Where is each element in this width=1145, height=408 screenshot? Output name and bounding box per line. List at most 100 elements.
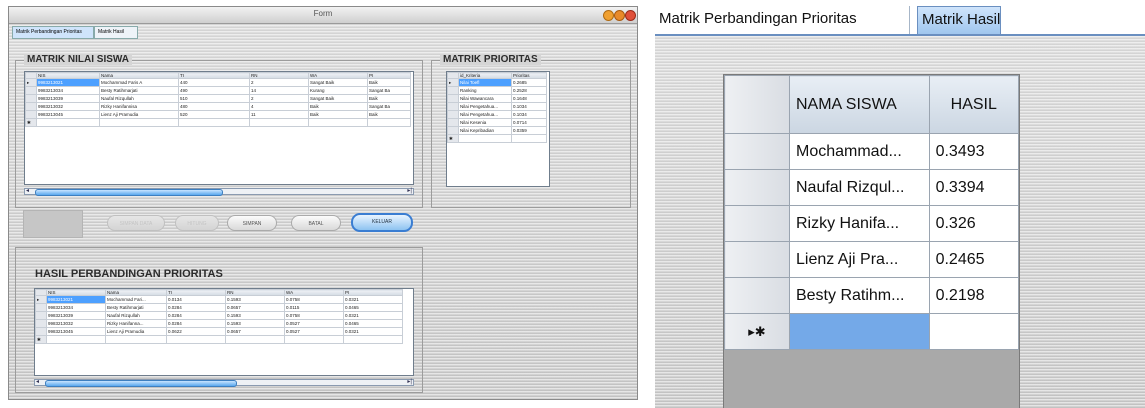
cell-nama[interactable]: Rizky Hanifa...	[788, 205, 930, 242]
batal-button[interactable]: BATAL	[291, 215, 341, 231]
cell[interactable]: 0.0657	[225, 303, 285, 312]
row-header[interactable]	[35, 319, 47, 328]
nilai-grid[interactable]: NIS Nama TI RN WA PI ▸ 9983213021 Mocham…	[24, 71, 414, 185]
cell[interactable]: 9983213039	[36, 94, 100, 103]
cell[interactable]: 0.0527	[284, 327, 344, 336]
row-header[interactable]	[447, 86, 459, 95]
cell[interactable]: 0.1593	[225, 295, 285, 304]
new-row-cell[interactable]	[928, 313, 1019, 350]
scroll-left-icon[interactable]: ◂	[26, 187, 29, 194]
table-row[interactable]: Besty Ratihm... 0.2198	[724, 277, 1019, 314]
table-row[interactable]: ▸ Nilai Toefl 0.2685	[447, 78, 547, 87]
cell[interactable]: Nilai Wawancara	[458, 94, 512, 103]
cell[interactable]: Nilai Toefl	[458, 78, 512, 87]
cell[interactable]: Ranking	[458, 86, 512, 95]
simpan-button[interactable]: SIMPAN	[227, 215, 277, 231]
scroll-right-icon[interactable]: ▸|	[407, 187, 412, 194]
table-row[interactable]: ▸ 9983213021 Mochammad Faris A 440 2 San…	[25, 78, 411, 87]
row-header[interactable]	[447, 110, 459, 119]
row-header[interactable]	[25, 110, 37, 119]
row-header[interactable]	[724, 277, 790, 314]
table-row[interactable]: 9983213032 Rizky Hanifanna... 0.0284 0.1…	[35, 319, 403, 328]
cell[interactable]: 0.0134	[166, 295, 226, 304]
cell[interactable]: Nilai Kepribadian	[458, 126, 512, 135]
cell-nama[interactable]: Mochammad...	[788, 133, 930, 170]
row-header[interactable]	[447, 118, 459, 127]
cell[interactable]: Nilai Pengetahua...	[458, 102, 512, 111]
cell[interactable]: 520	[178, 110, 250, 119]
table-row[interactable]: Nilai Wawancara 0.1648	[447, 94, 547, 103]
table-row[interactable]: 9983213034 Besty Ratihmarjati 0.0284 0.0…	[35, 303, 403, 312]
tab-matrik-hasil[interactable]: Matrik Hasil	[917, 6, 1001, 34]
cell[interactable]: 490	[178, 86, 250, 95]
cell[interactable]: 0.0115	[284, 303, 344, 312]
cell[interactable]: 510	[178, 94, 250, 103]
cell[interactable]: Baik	[308, 102, 368, 111]
cell[interactable]: 0.0321	[343, 311, 403, 320]
new-row-cell[interactable]	[788, 313, 930, 350]
cell[interactable]: Lienz Aji Pramudia	[99, 110, 179, 119]
cell-hasil[interactable]: 0.3394	[928, 169, 1019, 206]
cell[interactable]: 9983213039	[46, 311, 106, 320]
cell[interactable]: 4	[249, 102, 309, 111]
new-row[interactable]: ✱	[447, 134, 547, 143]
cell-hasil[interactable]: 0.326	[928, 205, 1019, 242]
keluar-button[interactable]: KELUAR	[351, 213, 413, 232]
cell[interactable]: Baik	[308, 110, 368, 119]
cell[interactable]: 0.0321	[343, 327, 403, 336]
table-row[interactable]: Mochammad... 0.3493	[724, 133, 1019, 170]
cell[interactable]: 9983213021	[36, 78, 100, 87]
row-header[interactable]	[25, 102, 37, 111]
cell[interactable]: 0.0284	[166, 319, 226, 328]
cell[interactable]: Naufal Rizqullah	[105, 311, 167, 320]
close-icon[interactable]	[625, 10, 636, 21]
cell-hasil[interactable]: 0.2198	[928, 277, 1019, 314]
cell[interactable]: 11	[249, 110, 309, 119]
hasil-grid[interactable]: NIS Nama TI RN WA PI ▸ 9983213021 Mocham…	[34, 288, 414, 376]
simpan-data-button[interactable]: SIMPAN DATA	[107, 215, 165, 231]
prioritas-grid[interactable]: id_Kriteria Prioritas ▸ Nilai Toefl 0.26…	[446, 71, 550, 187]
row-header[interactable]	[35, 327, 47, 336]
cell[interactable]: 0.0758	[284, 295, 344, 304]
cell[interactable]: 9983213032	[36, 102, 100, 111]
cell[interactable]: 9983213021	[46, 295, 106, 304]
minimize-icon[interactable]	[603, 10, 614, 21]
table-row[interactable]: Naufal Rizqul... 0.3394	[724, 169, 1019, 206]
cell[interactable]: Naufal Rizqullah	[99, 94, 179, 103]
cell[interactable]: 0.0284	[166, 311, 226, 320]
table-row[interactable]: 9983213045 Lienz Aji Pramudia 520 11 Bai…	[25, 110, 411, 119]
cell[interactable]: Mochammad Faris A	[99, 78, 179, 87]
cell[interactable]: 2	[249, 78, 309, 87]
cell[interactable]: Rizky Hanifanna...	[105, 319, 167, 328]
cell[interactable]: 0.0758	[284, 311, 344, 320]
cell-hasil[interactable]: 0.3493	[928, 133, 1019, 170]
row-header[interactable]	[35, 311, 47, 320]
scroll-right-icon[interactable]: ▸|	[407, 378, 412, 385]
cell[interactable]: 0.0359	[511, 126, 547, 135]
blank-button[interactable]	[23, 210, 83, 238]
cell[interactable]: 440	[178, 78, 250, 87]
row-header[interactable]	[25, 94, 37, 103]
row-header[interactable]	[447, 126, 459, 135]
cell[interactable]: Kurang	[308, 86, 368, 95]
cell[interactable]: 0.0622	[166, 327, 226, 336]
table-row[interactable]: Nilai Pengetahua... 0.1034	[447, 110, 547, 119]
table-row[interactable]: 9983213045 Lienz Aji Pramudia 0.0622 0.0…	[35, 327, 403, 336]
hasil-grid[interactable]: NAMA SISWA HASIL Mochammad... 0.3493 Nau…	[723, 74, 1020, 408]
table-row[interactable]: Nilai Kepribadian 0.0359	[447, 126, 547, 135]
cell[interactable]: 0.1034	[511, 102, 547, 111]
tab-matrik-hasil[interactable]: Matrik Hasil	[94, 26, 138, 39]
cell[interactable]: 0.2528	[511, 86, 547, 95]
cell[interactable]: Mochammad Fari...	[105, 295, 167, 304]
cell[interactable]: Besty Ratihmarjati	[105, 303, 167, 312]
cell[interactable]: 0.1593	[225, 311, 285, 320]
scroll-left-icon[interactable]: ◂	[36, 378, 39, 385]
row-header[interactable]	[724, 205, 790, 242]
row-header[interactable]	[25, 86, 37, 95]
cell[interactable]: 480	[178, 102, 250, 111]
table-row[interactable]: Ranking 0.2528	[447, 86, 547, 95]
cell[interactable]: Sangat Baik	[308, 78, 368, 87]
cell-nama[interactable]: Naufal Rizqul...	[788, 169, 930, 206]
row-header[interactable]	[447, 94, 459, 103]
table-row[interactable]: 9983213034 Besty Ratihmarjati 490 14 Kur…	[25, 86, 411, 95]
